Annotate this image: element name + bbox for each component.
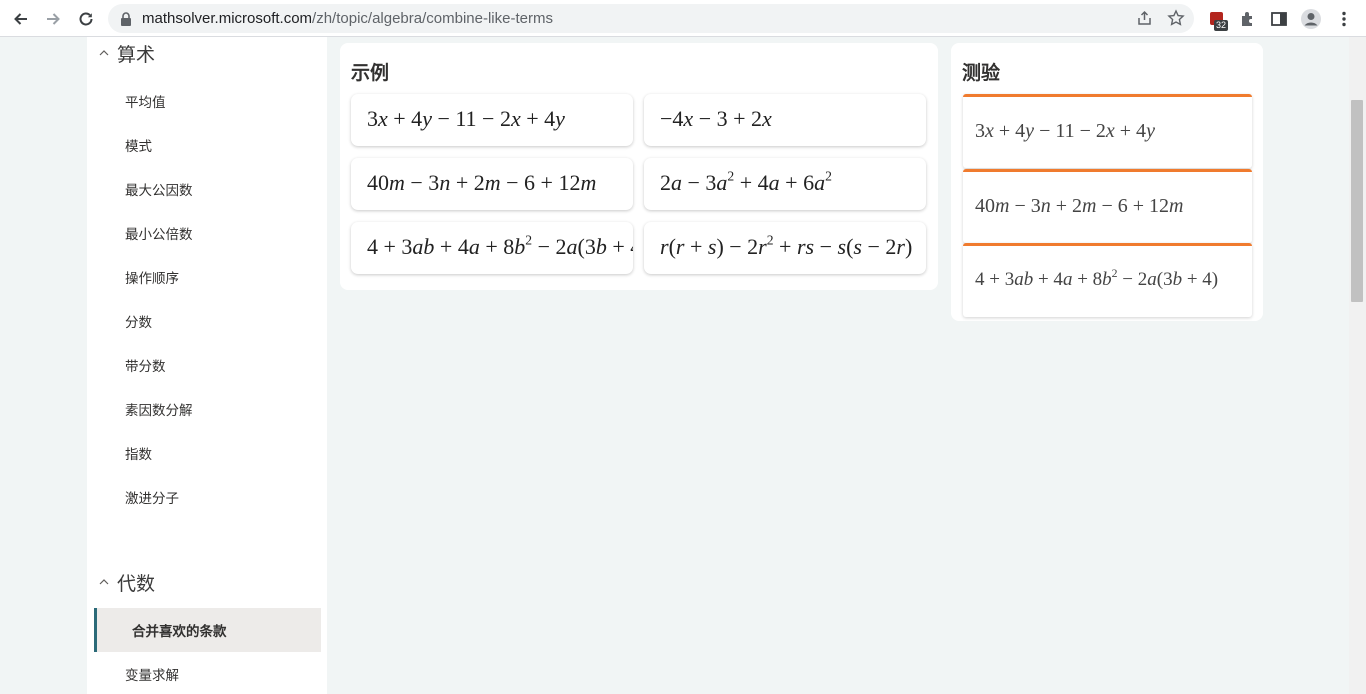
quiz-expression: 4 + 3ab + 4a + 8b2 − 2a(3b + 4): [975, 266, 1219, 290]
example-tile[interactable]: −4x − 3 + 2x: [644, 94, 926, 146]
example-tile[interactable]: 3x + 4y − 11 − 2x + 4y: [351, 94, 633, 146]
quiz-expression: 3x + 4y − 11 − 2x + 4y: [975, 120, 1155, 142]
puzzle-icon[interactable]: [1235, 6, 1261, 32]
star-icon[interactable]: [1167, 9, 1185, 31]
url-text: mathsolver.microsoft.com/zh/topic/algebr…: [142, 10, 553, 27]
back-icon[interactable]: [8, 6, 34, 32]
quiz-tile[interactable]: 3x + 4y − 11 − 2x + 4y: [963, 94, 1252, 168]
sidebar-item-combine-like-terms[interactable]: 合并喜欢的条款: [94, 608, 321, 652]
example-expression: 3x + 4y − 11 − 2x + 4y: [367, 106, 565, 131]
extension-badge: 32: [1214, 20, 1229, 31]
sidebar-item-solve-for-variable[interactable]: 变量求解: [87, 652, 321, 694]
sidebar-item-radicals[interactable]: 激进分子: [87, 475, 321, 519]
sidebar-item-mean[interactable]: 平均值: [87, 79, 321, 123]
reload-icon[interactable]: [73, 6, 99, 32]
example-expression: 40m − 3n + 2m − 6 + 12m: [367, 170, 597, 195]
examples-title: 示例: [351, 62, 390, 84]
section-arithmetic-label: 算术: [117, 43, 156, 66]
example-expression: 2a − 3a2 + 4a + 6a2: [660, 168, 832, 195]
example-expression: r(r + s) − 2r2 + rs − s(s − 2r): [660, 232, 913, 259]
scrollbar-thumb[interactable]: [1351, 100, 1363, 302]
example-tile[interactable]: 40m − 3n + 2m − 6 + 12m: [351, 158, 633, 210]
chevron-up-icon: [99, 579, 109, 585]
quiz-expression: 40m − 3n + 2m − 6 + 12m: [975, 195, 1184, 217]
menu-icon[interactable]: [1331, 6, 1357, 32]
sidebar-item-lcm[interactable]: 最小公倍数: [87, 211, 321, 255]
forward-icon[interactable]: [40, 6, 66, 32]
topic-sidebar: 算术 平均值 模式 最大公因数 最小公倍数 操作顺序 分数 带分数 素因数分解 …: [87, 37, 327, 694]
example-tile[interactable]: 4 + 3ab + 4a + 8b2 − 2a(3b + 4): [351, 222, 633, 274]
page-scrollbar[interactable]: [1349, 37, 1366, 694]
example-expression: 4 + 3ab + 4a + 8b2 − 2a(3b + 4): [367, 232, 633, 259]
quiz-tile[interactable]: 40m − 3n + 2m − 6 + 12m: [963, 169, 1252, 243]
address-bar[interactable]: mathsolver.microsoft.com/zh/topic/algebr…: [108, 4, 1194, 33]
section-algebra[interactable]: 代数: [99, 568, 155, 596]
sidebar-item-prime-factorization[interactable]: 素因数分解: [87, 387, 321, 431]
sidebar-item-fractions[interactable]: 分数: [87, 299, 321, 343]
example-expression: −4x − 3 + 2x: [660, 106, 772, 131]
sidebar-item-mode[interactable]: 模式: [87, 123, 321, 167]
side-panel-icon[interactable]: [1266, 6, 1292, 32]
sidebar-item-order-of-operations[interactable]: 操作顺序: [87, 255, 321, 299]
section-arithmetic[interactable]: 算术: [99, 39, 155, 67]
example-tile[interactable]: r(r + s) − 2r2 + rs − s(s − 2r): [644, 222, 926, 274]
section-algebra-label: 代数: [117, 572, 156, 595]
sidebar-item-gcf[interactable]: 最大公因数: [87, 167, 321, 211]
quiz-title: 测验: [962, 62, 1001, 84]
sidebar-item-mixed-fractions[interactable]: 带分数: [87, 343, 321, 387]
examples-panel: 示例 3x + 4y − 11 − 2x + 4y −4x − 3 + 2x 4…: [340, 43, 938, 290]
browser-toolbar: mathsolver.microsoft.com/zh/topic/algebr…: [0, 0, 1366, 37]
lock-icon[interactable]: [120, 11, 132, 30]
profile-icon[interactable]: [1298, 6, 1324, 32]
example-tile[interactable]: 2a − 3a2 + 4a + 6a2: [644, 158, 926, 210]
sidebar-item-exponents[interactable]: 指数: [87, 431, 321, 475]
share-icon[interactable]: [1136, 10, 1153, 31]
chevron-up-icon: [99, 50, 109, 56]
quiz-tile[interactable]: 4 + 3ab + 4a + 8b2 − 2a(3b + 4): [963, 243, 1252, 317]
quiz-panel: 测验 3x + 4y − 11 − 2x + 4y 40m − 3n + 2m …: [951, 43, 1263, 321]
extension-icon[interactable]: 32: [1204, 6, 1230, 32]
